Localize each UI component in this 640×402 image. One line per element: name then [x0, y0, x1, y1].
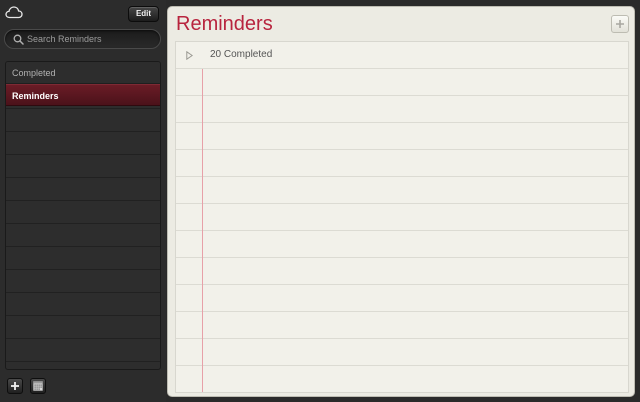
sidebar-item-label: Completed: [12, 68, 56, 78]
add-list-button[interactable]: [7, 378, 23, 394]
reminders-paper: 20 Completed: [175, 41, 629, 393]
search-icon: [13, 34, 24, 45]
reminders-notepad: Reminders 20 Completed: [167, 6, 635, 397]
list-title: Reminders: [176, 13, 273, 35]
completed-toggle-row[interactable]: 20 Completed: [176, 42, 628, 68]
paper-margin-line: [202, 69, 203, 392]
lists-panel: Completed Reminders: [5, 61, 161, 370]
sidebar-item-reminders[interactable]: Reminders: [6, 84, 160, 106]
search-field[interactable]: [4, 29, 161, 49]
plus-icon: [11, 382, 19, 390]
sidebar-item-completed[interactable]: Completed: [6, 62, 160, 84]
edit-button[interactable]: Edit: [128, 6, 159, 22]
reminders-app: Edit Completed Reminders: [0, 0, 640, 402]
triangle-right-icon: [186, 51, 193, 60]
sidebar-item-label: Reminders: [12, 91, 59, 101]
calendar-icon: [33, 381, 43, 391]
add-reminder-button[interactable]: [611, 15, 629, 33]
cloud-icon[interactable]: [5, 5, 23, 19]
completed-count-label: 20 Completed: [210, 49, 273, 60]
sidebar: Edit Completed Reminders: [0, 0, 166, 402]
plus-icon: [616, 20, 624, 28]
search-input[interactable]: [27, 30, 157, 48]
calendar-view-button[interactable]: [30, 378, 46, 394]
